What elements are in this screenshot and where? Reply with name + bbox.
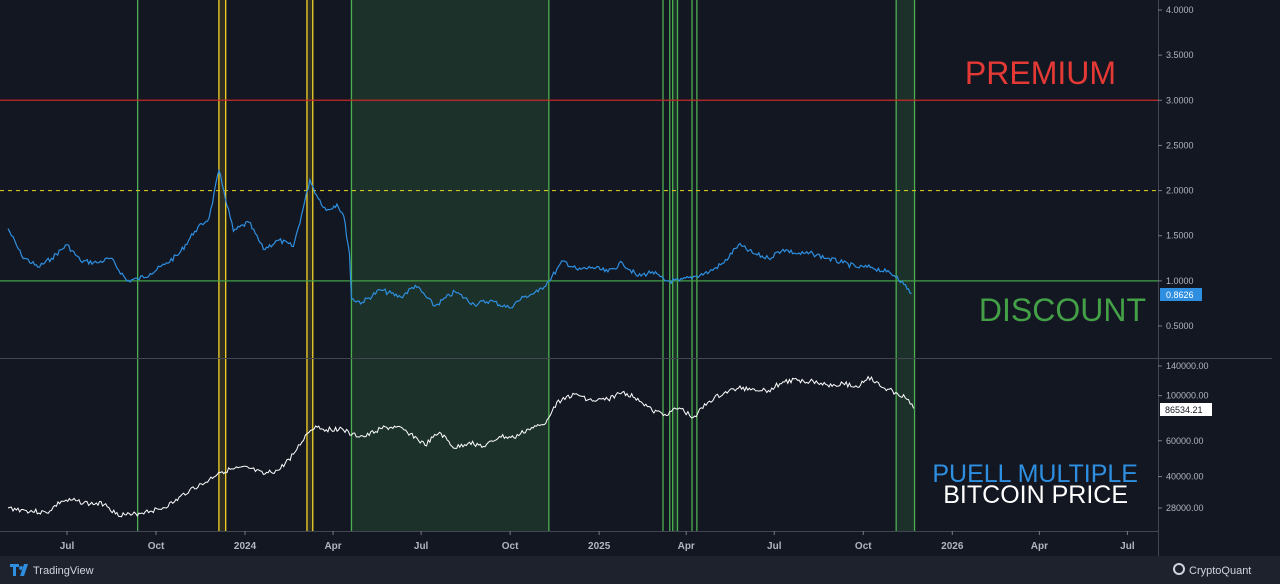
time-axis-tick-label: Oct (148, 541, 165, 552)
tradingview-brand: TradingView (33, 565, 94, 577)
premium-label: PREMIUM (965, 55, 1116, 91)
footer-bar (0, 556, 1280, 584)
puell-axis-tick-label: 2.0000 (1166, 186, 1194, 196)
time-axis-tick-label: Apr (678, 541, 695, 552)
puell-axis-tick-label: 2.5000 (1166, 140, 1194, 150)
puell-axis-tick-label: 3.0000 (1166, 95, 1194, 105)
signal-band-6 (672, 0, 678, 531)
signal-band-9 (896, 0, 915, 531)
btc-axis-tick-label: 100000.00 (1166, 391, 1209, 401)
time-axis-tick-label: Apr (324, 541, 341, 552)
time-axis-tick-label: 2026 (941, 541, 964, 552)
cryptoquant-brand: CryptoQuant (1189, 565, 1251, 577)
btc-axis-tick-label: 140000.00 (1166, 361, 1209, 371)
discount-label: DISCOUNT (979, 292, 1146, 328)
btc-axis-tick-label: 60000.00 (1166, 436, 1204, 446)
signal-band-2 (306, 0, 313, 531)
btc-axis-tick-label: 28000.00 (1166, 503, 1204, 513)
puell-last-value: 0.8626 (1166, 290, 1194, 300)
time-axis-tick-label: Jul (60, 541, 75, 552)
puell-axis-tick-label: 0.5000 (1166, 321, 1194, 331)
time-axis-tick-label: Jul (1120, 541, 1135, 552)
puell-last-value-badge: 0.8626 (1160, 288, 1202, 301)
signal-band-1 (218, 0, 226, 531)
chart: 0.5000 1.0000 1.5000 2.0000 2.5000 3.0000 3.50… (0, 0, 1280, 584)
btc-axis-tick-label: 40000.00 (1166, 472, 1204, 482)
time-axis-tick-label: 2024 (234, 541, 257, 552)
puell-axis-tick-label: 4.0000 (1166, 5, 1194, 15)
time-axis-tick-label: Oct (502, 541, 519, 552)
time-axis-tick-label: Apr (1031, 541, 1048, 552)
btc-last-value-badge: 86534.21 (1160, 403, 1212, 416)
time-axis-tick-label: Jul (414, 541, 429, 552)
time-axis-tick-label: 2025 (588, 541, 611, 552)
btc-last-value: 86534.21 (1165, 405, 1203, 415)
time-axis-tick-label: Oct (855, 541, 872, 552)
bitcoin-price-label: BITCOIN PRICE (943, 481, 1128, 509)
signal-band-3 (351, 0, 549, 531)
puell-axis-tick-label: 1.5000 (1166, 231, 1194, 241)
puell-axis-tick-label: 3.5000 (1166, 50, 1194, 60)
time-axis-tick-label: Jul (767, 541, 782, 552)
puell-axis-tick-label: 1.0000 (1166, 276, 1194, 286)
